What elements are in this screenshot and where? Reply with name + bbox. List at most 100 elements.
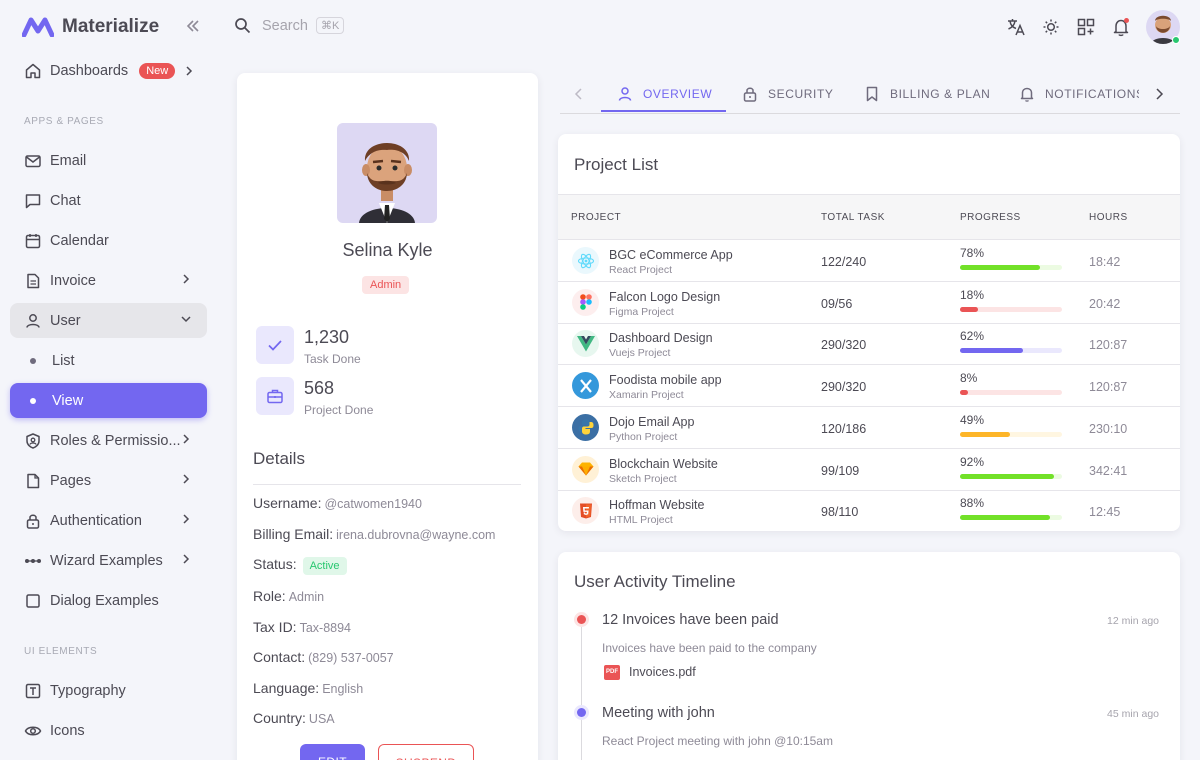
detail-country: Country: USA (253, 710, 335, 726)
tab-notifications[interactable]: NOTIFICATIONS (1019, 86, 1139, 102)
table-row[interactable]: Hoffman Website HTML Project 98/110 88% 12:4… (558, 490, 1180, 532)
role-badge: Admin (362, 276, 410, 294)
notification-bell-icon[interactable] (1111, 17, 1131, 37)
apps-grid-icon[interactable] (1076, 17, 1096, 37)
mail-icon (25, 154, 41, 167)
tabs-divider (560, 113, 1180, 114)
attachment-link[interactable]: Invoices.pdf (629, 665, 696, 679)
suspend-button[interactable]: SUSPEND (378, 744, 474, 760)
theme-sun-icon[interactable] (1041, 17, 1061, 37)
progress-bar (960, 348, 1062, 354)
detail-role: Role: Admin (253, 588, 324, 604)
progress-percent: 18% (960, 287, 985, 302)
sidebar-item-view[interactable]: View (10, 383, 207, 418)
sidebar-item-label: Typography (50, 682, 126, 699)
vue-icon (572, 330, 599, 358)
sidebar-item-label: List (52, 352, 75, 369)
tab-billing-plan[interactable]: BILLING & PLAN (864, 86, 990, 102)
timeline-event-time: 12 min ago (1107, 615, 1159, 627)
progress-percent: 92% (960, 454, 985, 469)
figma-icon (572, 288, 599, 316)
table-row[interactable]: Dojo Email App Python Project 120/186 49% 23… (558, 407, 1180, 449)
collapse-sidebar-icon[interactable] (186, 19, 200, 33)
progress-percent: 8% (960, 371, 978, 386)
table-row[interactable]: Falcon Logo Design Figma Project 09/56 18% 2… (558, 282, 1180, 324)
sidebar-item-chat[interactable]: Chat (10, 183, 207, 218)
tab-overview[interactable]: OVERVIEW (617, 86, 712, 102)
hours: 20:42 (1089, 296, 1121, 311)
square-icon (26, 593, 40, 608)
tabs-scroll-left-icon[interactable] (574, 88, 584, 100)
sidebar-item-label: View (52, 392, 84, 409)
table-row[interactable]: Foodista mobile app Xamarin Project 290/32… (558, 365, 1180, 408)
detail-billing-email: Billing Email: irena.dubrovna@wayne.com (253, 526, 495, 542)
sidebar-item-wizard-examples[interactable]: Wizard Examples (10, 543, 207, 578)
calendar-icon (25, 233, 41, 248)
html5-icon (572, 497, 599, 525)
tab-label: OVERVIEW (643, 87, 713, 101)
sidebar-item-pages[interactable]: Pages (10, 463, 207, 498)
progress-bar (960, 473, 1062, 479)
project-done-count: 568 (304, 378, 335, 398)
hours: 120:87 (1089, 380, 1128, 395)
progress-bar (960, 265, 1062, 270)
file-invoice-icon (27, 273, 40, 288)
translate-icon[interactable] (1006, 17, 1026, 37)
sidebar-item-email[interactable]: Email (10, 143, 207, 178)
chevron-right-icon (183, 434, 190, 444)
sidebar-item-dashboards[interactable]: Dashboards New (10, 53, 207, 88)
timeline-title: User Activity Timeline (574, 572, 736, 591)
sidebar-item-invoice[interactable]: Invoice (10, 263, 207, 298)
tabs-scroll-right-icon[interactable] (1154, 88, 1164, 100)
sidebar-item-dialog-examples[interactable]: Dialog Examples (10, 583, 207, 618)
progress-bar-fill (960, 390, 969, 396)
active-tab-indicator (601, 110, 726, 112)
table-header: PROJECT TOTAL TASK PROGRESS HOURS (558, 194, 1180, 240)
edit-button[interactable]: EDIT (300, 744, 365, 760)
progress-percent: 49% (960, 412, 985, 427)
bookmark-icon (866, 86, 878, 102)
detail-contact: Contact: (829) 537-0057 (253, 649, 394, 665)
user-activity-timeline-card: User Activity Timeline 12 Invoices have … (558, 552, 1180, 760)
sidebar-item-label: Authentication (50, 512, 142, 529)
tab-label: NOTIFICATIONS (1045, 87, 1139, 101)
dots-horizontal-icon (25, 558, 41, 563)
progress-bar-fill (960, 515, 1050, 521)
timeline-line (581, 622, 582, 760)
file-icon (27, 473, 40, 488)
sidebar-item-label: Dialog Examples (50, 592, 159, 609)
project-list-card: Project List PROJECT TOTAL TASK PROGRESS… (558, 134, 1180, 531)
hours: 342:41 (1089, 463, 1128, 478)
table-row[interactable]: BGC eCommerce App React Project 122/240 78%… (558, 240, 1180, 282)
detail-value: irena.dubrovna@wayne.com (336, 528, 496, 542)
brand[interactable]: Materialize (22, 14, 159, 40)
timeline-dot (577, 708, 586, 717)
table-row[interactable]: Blockchain Website Sketch Project 99/109 92… (558, 449, 1180, 491)
sidebar-item-calendar[interactable]: Calendar (10, 223, 207, 258)
detail-label: Contact: (253, 649, 306, 665)
search-bar[interactable]: Search ⌘K (234, 17, 345, 34)
project-type: Figma Project (609, 305, 674, 318)
chevron-right-icon (183, 514, 190, 524)
detail-label: Role: (253, 588, 286, 604)
total-task: 290/320 (821, 380, 867, 395)
sidebar-item-label: Icons (50, 722, 85, 739)
project-list-title: Project List (574, 155, 659, 174)
table-row[interactable]: Dashboard Design Vuejs Project 290/320 62% 1… (558, 323, 1180, 366)
tab-security[interactable]: SECURITY (742, 86, 833, 102)
detail-label: Language: (253, 680, 320, 696)
sidebar-item-icons[interactable]: Icons (10, 713, 207, 748)
search-shortcut: ⌘K (315, 17, 345, 34)
sidebar-item-authentication[interactable]: Authentication (10, 503, 207, 538)
project-name: Dojo Email App (609, 414, 695, 429)
sidebar-item-roles-permissions[interactable]: Roles & Permissio... (10, 423, 207, 458)
total-task: 99/109 (821, 463, 860, 478)
column-header-progress: PROGRESS (960, 212, 1021, 223)
sidebar-item-user[interactable]: User (10, 303, 207, 338)
timeline-event-desc: React Project meeting with john @10:15am (602, 734, 833, 748)
sidebar-item-typography[interactable]: Typography (10, 673, 207, 708)
sidebar-item-list[interactable]: List (10, 343, 207, 378)
tab-label: BILLING & PLAN (890, 87, 991, 101)
pdf-file-icon: PDF (604, 665, 620, 680)
check-icon (256, 326, 294, 364)
